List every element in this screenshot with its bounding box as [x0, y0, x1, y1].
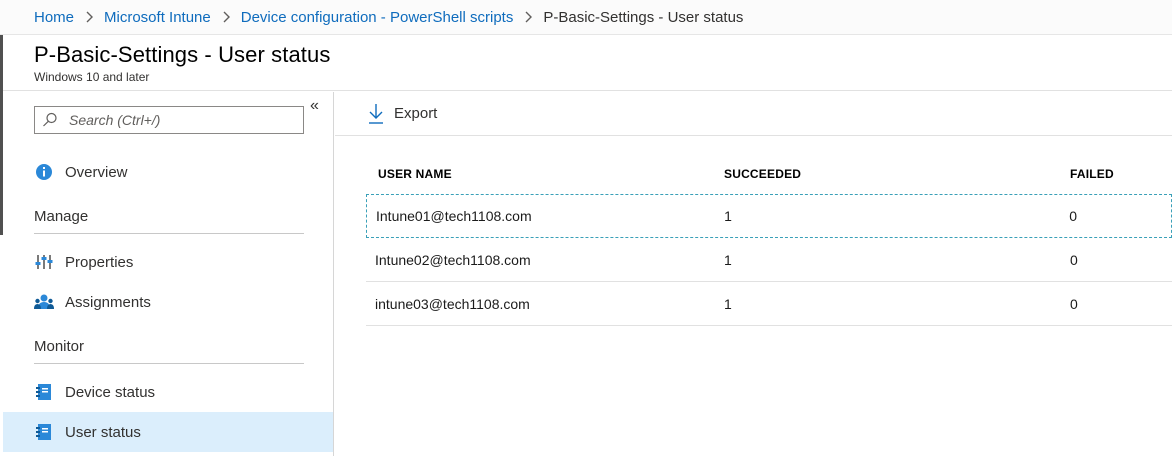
page-subtitle: Windows 10 and later — [34, 70, 150, 84]
section-title-manage: Manage — [34, 206, 304, 234]
section-title-monitor: Monitor — [34, 336, 304, 364]
breadcrumb-powershell-scripts[interactable]: Device configuration - PowerShell script… — [241, 9, 514, 26]
breadcrumb-home[interactable]: Home — [34, 9, 74, 26]
toolbar: Export — [335, 92, 1172, 136]
sidebar-item-device-status[interactable]: Device status — [3, 372, 333, 412]
column-header-user-name[interactable]: USER NAME — [366, 167, 712, 181]
sidebar-item-user-status[interactable]: User status — [3, 412, 333, 452]
collapse-sidebar-icon[interactable]: « — [310, 98, 326, 114]
download-icon — [367, 103, 385, 125]
cell-succeeded: 1 — [724, 295, 732, 312]
table-row[interactable]: Intune02@tech1108.com 1 0 — [366, 238, 1172, 282]
sidebar-item-properties[interactable]: Properties — [3, 242, 333, 282]
sidebar-item-overview[interactable]: Overview — [3, 152, 333, 192]
assignments-users-icon — [34, 292, 54, 312]
properties-sliders-icon — [34, 252, 54, 272]
status-notebook-icon — [34, 422, 54, 442]
chevron-right-icon — [221, 10, 231, 24]
table-row[interactable]: Intune01@tech1108.com 1 0 — [366, 194, 1172, 238]
user-status-table: USER NAME SUCCEEDED FAILED Intune01@tech… — [366, 154, 1172, 326]
sidebar-item-label: Assignments — [65, 293, 151, 311]
column-header-failed[interactable]: FAILED — [1058, 167, 1172, 181]
search-input[interactable] — [69, 112, 289, 128]
cell-succeeded: 1 — [724, 208, 732, 224]
sidebar-item-label: User status — [65, 423, 141, 441]
breadcrumb-intune[interactable]: Microsoft Intune — [104, 9, 211, 26]
cell-failed: 0 — [1070, 295, 1078, 312]
cell-failed: 0 — [1070, 251, 1078, 268]
cell-succeeded: 1 — [724, 251, 732, 268]
cell-failed: 0 — [1069, 208, 1078, 224]
cell-user-name: Intune01@tech1108.com — [376, 208, 532, 224]
sidebar: « Overview Manage Properties Assignments… — [3, 92, 334, 456]
sidebar-item-label: Properties — [65, 253, 134, 271]
cell-user-name: intune03@tech1108.com — [375, 295, 530, 312]
export-button[interactable]: Export — [367, 103, 437, 125]
breadcrumb: Home Microsoft Intune Device configurati… — [0, 0, 1172, 35]
search-box[interactable] — [34, 106, 304, 134]
chevron-right-icon — [523, 10, 533, 24]
page-title: P-Basic-Settings - User status — [34, 42, 331, 67]
table-row[interactable]: intune03@tech1108.com 1 0 — [366, 282, 1172, 326]
sidebar-item-assignments[interactable]: Assignments — [3, 282, 333, 322]
table-header: USER NAME SUCCEEDED FAILED — [366, 154, 1172, 194]
search-icon — [41, 111, 59, 129]
status-notebook-icon — [34, 382, 54, 402]
page-header: P-Basic-Settings - User status Windows 1… — [0, 35, 1172, 91]
breadcrumb-current: P-Basic-Settings - User status — [543, 8, 744, 26]
export-label: Export — [394, 105, 438, 122]
cell-user-name: Intune02@tech1108.com — [375, 251, 531, 268]
chevron-right-icon — [84, 10, 94, 24]
column-header-succeeded[interactable]: SUCCEEDED — [712, 167, 1058, 181]
info-icon — [34, 162, 54, 182]
sidebar-item-label: Overview — [65, 163, 128, 181]
sidebar-item-label: Device status — [65, 383, 156, 401]
main-content: Export USER NAME SUCCEEDED FAILED Intune… — [335, 92, 1172, 456]
